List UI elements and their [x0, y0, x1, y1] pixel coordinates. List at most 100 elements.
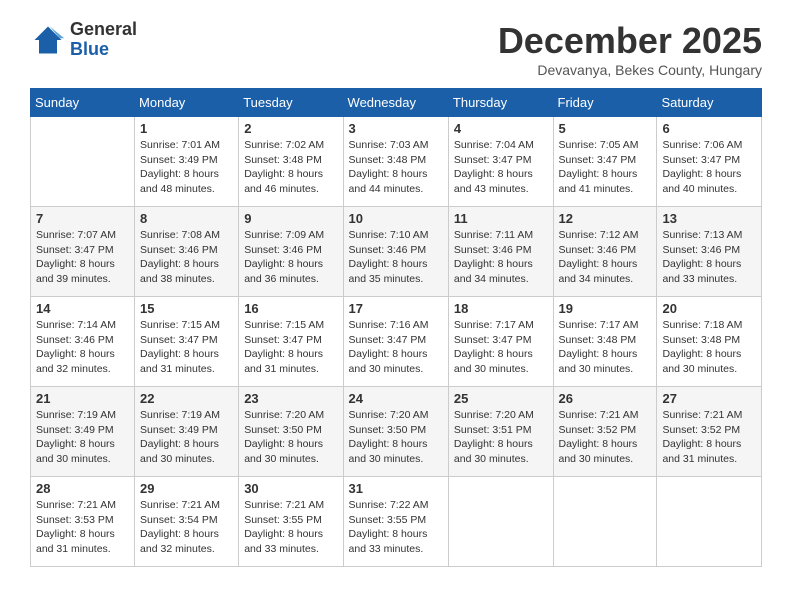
logo-text: General Blue [70, 20, 137, 60]
day-number: 11 [454, 211, 548, 226]
day-info: Sunrise: 7:08 AMSunset: 3:46 PMDaylight:… [140, 228, 233, 287]
day-info: Sunrise: 7:19 AMSunset: 3:49 PMDaylight:… [36, 408, 129, 467]
calendar-cell: 21 Sunrise: 7:19 AMSunset: 3:49 PMDayligh… [31, 387, 135, 477]
calendar-cell: 18 Sunrise: 7:17 AMSunset: 3:47 PMDayligh… [448, 297, 553, 387]
calendar-cell: 10 Sunrise: 7:10 AMSunset: 3:46 PMDayligh… [343, 207, 448, 297]
day-info: Sunrise: 7:15 AMSunset: 3:47 PMDaylight:… [140, 318, 233, 377]
calendar-header-row: SundayMondayTuesdayWednesdayThursdayFrid… [31, 89, 762, 117]
calendar-cell: 28 Sunrise: 7:21 AMSunset: 3:53 PMDayligh… [31, 477, 135, 567]
calendar-cell: 4 Sunrise: 7:04 AMSunset: 3:47 PMDaylight… [448, 117, 553, 207]
column-header-monday: Monday [135, 89, 239, 117]
day-number: 1 [140, 121, 233, 136]
day-info: Sunrise: 7:17 AMSunset: 3:47 PMDaylight:… [454, 318, 548, 377]
column-header-tuesday: Tuesday [239, 89, 343, 117]
column-header-saturday: Saturday [657, 89, 762, 117]
day-number: 2 [244, 121, 337, 136]
column-header-wednesday: Wednesday [343, 89, 448, 117]
calendar-cell [553, 477, 657, 567]
day-number: 19 [559, 301, 652, 316]
day-number: 17 [349, 301, 443, 316]
column-header-thursday: Thursday [448, 89, 553, 117]
day-number: 31 [349, 481, 443, 496]
day-number: 10 [349, 211, 443, 226]
calendar-cell: 7Sunrise: 7:07 AMSunset: 3:47 PMDaylight… [31, 207, 135, 297]
day-number: 6 [662, 121, 756, 136]
day-number: 20 [662, 301, 756, 316]
calendar-cell: 2 Sunrise: 7:02 AMSunset: 3:48 PMDaylight… [239, 117, 343, 207]
calendar-cell: 15 Sunrise: 7:15 AMSunset: 3:47 PMDayligh… [135, 297, 239, 387]
calendar-cell: 25 Sunrise: 7:20 AMSunset: 3:51 PMDayligh… [448, 387, 553, 477]
day-info: Sunrise: 7:21 AMSunset: 3:55 PMDaylight:… [244, 498, 337, 557]
day-number: 5 [559, 121, 652, 136]
day-number: 22 [140, 391, 233, 406]
calendar-cell: 26 Sunrise: 7:21 AMSunset: 3:52 PMDayligh… [553, 387, 657, 477]
day-info: Sunrise: 7:15 AMSunset: 3:47 PMDaylight:… [244, 318, 337, 377]
calendar-cell: 12 Sunrise: 7:12 AMSunset: 3:46 PMDayligh… [553, 207, 657, 297]
day-info: Sunrise: 7:21 AMSunset: 3:52 PMDaylight:… [559, 408, 652, 467]
week-row-3: 21 Sunrise: 7:19 AMSunset: 3:49 PMDayligh… [31, 387, 762, 477]
day-info: Sunrise: 7:18 AMSunset: 3:48 PMDaylight:… [662, 318, 756, 377]
day-info: Sunrise: 7:21 AMSunset: 3:53 PMDaylight:… [36, 498, 129, 557]
week-row-1: 7Sunrise: 7:07 AMSunset: 3:47 PMDaylight… [31, 207, 762, 297]
day-info: Sunrise: 7:20 AMSunset: 3:50 PMDaylight:… [349, 408, 443, 467]
calendar-cell: 22 Sunrise: 7:19 AMSunset: 3:49 PMDayligh… [135, 387, 239, 477]
day-info: Sunrise: 7:03 AMSunset: 3:48 PMDaylight:… [349, 138, 443, 197]
day-info: Sunrise: 7:04 AMSunset: 3:47 PMDaylight:… [454, 138, 548, 197]
day-info: Sunrise: 7:05 AMSunset: 3:47 PMDaylight:… [559, 138, 652, 197]
day-number: 8 [140, 211, 233, 226]
week-row-0: 1Sunrise: 7:01 AMSunset: 3:49 PMDaylight… [31, 117, 762, 207]
title-area: December 2025 Devavanya, Bekes County, H… [498, 20, 762, 78]
calendar-cell [31, 117, 135, 207]
calendar-cell: 23 Sunrise: 7:20 AMSunset: 3:50 PMDayligh… [239, 387, 343, 477]
calendar-cell: 9Sunrise: 7:09 AMSunset: 3:46 PMDaylight… [239, 207, 343, 297]
day-number: 25 [454, 391, 548, 406]
week-row-4: 28 Sunrise: 7:21 AMSunset: 3:53 PMDayligh… [31, 477, 762, 567]
day-info: Sunrise: 7:11 AMSunset: 3:46 PMDaylight:… [454, 228, 548, 287]
logo-icon [30, 22, 66, 58]
day-info: Sunrise: 7:02 AMSunset: 3:48 PMDaylight:… [244, 138, 337, 197]
day-number: 16 [244, 301, 337, 316]
calendar-cell: 16 Sunrise: 7:15 AMSunset: 3:47 PMDayligh… [239, 297, 343, 387]
calendar-cell [657, 477, 762, 567]
calendar-cell: 20 Sunrise: 7:18 AMSunset: 3:48 PMDayligh… [657, 297, 762, 387]
day-info: Sunrise: 7:13 AMSunset: 3:46 PMDaylight:… [662, 228, 756, 287]
day-number: 30 [244, 481, 337, 496]
calendar-cell: 13 Sunrise: 7:13 AMSunset: 3:46 PMDayligh… [657, 207, 762, 297]
day-number: 13 [662, 211, 756, 226]
day-number: 28 [36, 481, 129, 496]
day-number: 26 [559, 391, 652, 406]
header: General Blue December 2025 Devavanya, Be… [30, 20, 762, 78]
calendar-cell: 19 Sunrise: 7:17 AMSunset: 3:48 PMDayligh… [553, 297, 657, 387]
calendar-cell: 1Sunrise: 7:01 AMSunset: 3:49 PMDaylight… [135, 117, 239, 207]
day-number: 21 [36, 391, 129, 406]
day-info: Sunrise: 7:22 AMSunset: 3:55 PMDaylight:… [349, 498, 443, 557]
calendar-cell [448, 477, 553, 567]
day-info: Sunrise: 7:09 AMSunset: 3:46 PMDaylight:… [244, 228, 337, 287]
week-row-2: 14Sunrise: 7:14 AMSunset: 3:46 PMDayligh… [31, 297, 762, 387]
day-info: Sunrise: 7:06 AMSunset: 3:47 PMDaylight:… [662, 138, 756, 197]
month-title: December 2025 [498, 20, 762, 62]
day-info: Sunrise: 7:10 AMSunset: 3:46 PMDaylight:… [349, 228, 443, 287]
day-number: 27 [662, 391, 756, 406]
day-info: Sunrise: 7:20 AMSunset: 3:50 PMDaylight:… [244, 408, 337, 467]
column-header-sunday: Sunday [31, 89, 135, 117]
calendar-cell: 31 Sunrise: 7:22 AMSunset: 3:55 PMDayligh… [343, 477, 448, 567]
day-info: Sunrise: 7:12 AMSunset: 3:46 PMDaylight:… [559, 228, 652, 287]
calendar-cell: 11 Sunrise: 7:11 AMSunset: 3:46 PMDayligh… [448, 207, 553, 297]
day-number: 24 [349, 391, 443, 406]
day-number: 15 [140, 301, 233, 316]
day-number: 12 [559, 211, 652, 226]
day-number: 23 [244, 391, 337, 406]
day-number: 4 [454, 121, 548, 136]
calendar-cell: 8 Sunrise: 7:08 AMSunset: 3:46 PMDaylight… [135, 207, 239, 297]
day-info: Sunrise: 7:17 AMSunset: 3:48 PMDaylight:… [559, 318, 652, 377]
calendar-cell: 14Sunrise: 7:14 AMSunset: 3:46 PMDayligh… [31, 297, 135, 387]
day-info: Sunrise: 7:14 AMSunset: 3:46 PMDaylight:… [36, 318, 129, 377]
day-info: Sunrise: 7:19 AMSunset: 3:49 PMDaylight:… [140, 408, 233, 467]
day-info: Sunrise: 7:20 AMSunset: 3:51 PMDaylight:… [454, 408, 548, 467]
day-info: Sunrise: 7:21 AMSunset: 3:52 PMDaylight:… [662, 408, 756, 467]
day-number: 18 [454, 301, 548, 316]
calendar-cell: 5 Sunrise: 7:05 AMSunset: 3:47 PMDaylight… [553, 117, 657, 207]
calendar-table: SundayMondayTuesdayWednesdayThursdayFrid… [30, 88, 762, 567]
day-number: 29 [140, 481, 233, 496]
